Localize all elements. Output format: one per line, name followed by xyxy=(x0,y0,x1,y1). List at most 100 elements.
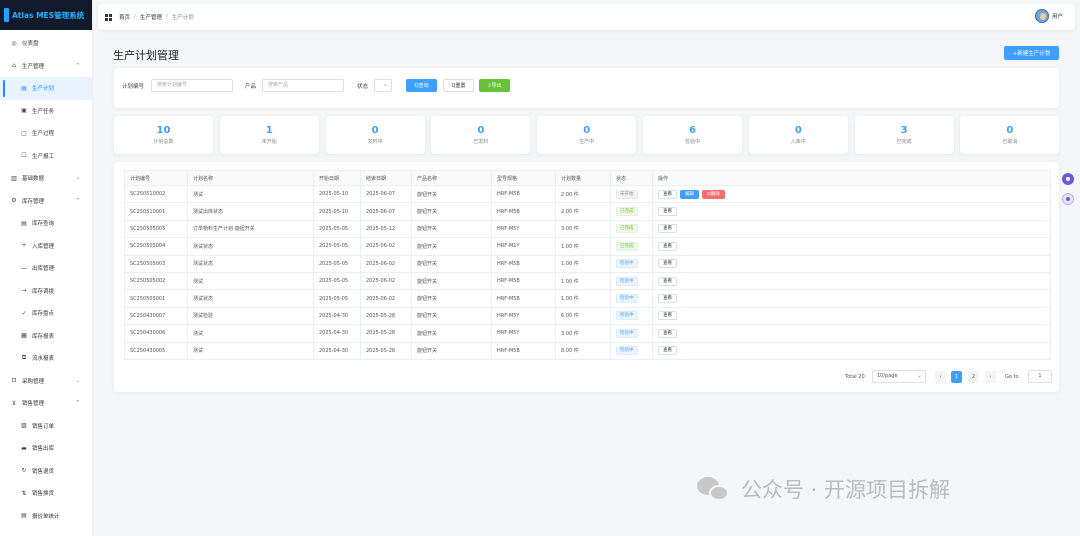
view-button[interactable]: 查看 xyxy=(658,346,677,356)
stat-card: 3 已完成 xyxy=(854,116,954,154)
view-button[interactable]: 查看 xyxy=(658,328,677,338)
sidebar-item-3[interactable]: ▣ 生产任务 xyxy=(0,100,92,123)
logo[interactable]: Atlas MES管理系统 xyxy=(0,0,92,30)
sidebar-item-label: 销售出库 xyxy=(32,446,55,453)
cell-end: 2025-06-02 xyxy=(360,237,412,256)
stat-label: 已发料 xyxy=(473,139,489,145)
sidebar-item-7[interactable]: ⚙ 库存管理 ^ xyxy=(0,190,92,213)
inventory-icon: ⚙ xyxy=(11,197,17,205)
stat-card: 10 计划总数 xyxy=(114,116,213,154)
sidebar-item-1[interactable]: ⌂ 生产管理 ^ xyxy=(0,55,92,78)
order-icon: ▧ xyxy=(21,422,27,430)
table-row[interactable]: SC250510001 测试出库状态 2025-05-10 2025-06-07 旋钮开… xyxy=(124,202,1051,221)
cell-product: 旋钮开关 xyxy=(411,237,492,256)
cell-status: 检验中 xyxy=(610,289,653,308)
table-row[interactable]: SC250430007 测试检验 2025-04-30 2025-05-28 旋钮开关 H… xyxy=(124,306,1051,326)
cell-qty: 2.00 件 xyxy=(555,202,611,221)
view-button[interactable]: 查看 xyxy=(658,276,677,286)
sidebar-item-21[interactable]: ▤ 报价单统计 xyxy=(0,505,92,528)
cell-actions: 查看 xyxy=(652,324,1051,343)
sidebar-item-12[interactable]: ✓ 库存盘点 xyxy=(0,302,92,325)
reset-button[interactable]: Q重置 xyxy=(443,79,474,92)
sidebar-item-5[interactable]: ☐ 生产报工 xyxy=(0,145,92,168)
cell-no: SC250430005 xyxy=(124,341,188,360)
sidebar-item-11[interactable]: → 库存调拨 xyxy=(0,280,92,303)
plus-icon: + xyxy=(21,242,27,250)
sidebar-item-label: 库存报表 xyxy=(32,333,55,340)
user-name[interactable]: 用户 xyxy=(1052,12,1063,20)
watermark: 公众号 · 开源项目拆解 xyxy=(697,474,950,504)
sidebar-item-0[interactable]: ◎ 仪表盘 xyxy=(0,32,92,55)
view-button[interactable]: 查看 xyxy=(658,207,677,217)
sidebar-item-label: 库存盘点 xyxy=(32,311,55,318)
view-button[interactable]: 查看 xyxy=(658,294,677,304)
sidebar-item-label: 生产报工 xyxy=(32,153,55,160)
sidebar-item-14[interactable]: ⧉ 流水报表 xyxy=(0,347,92,370)
page-2-button[interactable]: 2 xyxy=(968,371,979,383)
sidebar-item-18[interactable]: ▬ 销售出库 xyxy=(0,437,92,460)
sidebar-item-10[interactable]: — 出库管理 xyxy=(0,257,92,280)
cell-start: 2025-05-10 xyxy=(313,184,361,204)
table-row[interactable]: SC250430005 测试 2025-04-30 2025-05-28 旋钮开关 HRF… xyxy=(124,341,1051,360)
sidebar-item-4[interactable]: ▢ 生产过程 xyxy=(0,122,92,145)
table-row[interactable]: SC250505004 测试状态 2025-05-05 2025-06-02 旋钮开关 H… xyxy=(124,237,1051,256)
cart-icon: ⊡ xyxy=(11,377,17,385)
cell-product: 旋钮开关 xyxy=(411,271,492,291)
view-button[interactable]: 查看 xyxy=(658,241,677,251)
plan-no-input[interactable]: 搜索计划编号 xyxy=(151,79,233,92)
sidebar-item-19[interactable]: ↻ 销售退货 xyxy=(0,460,92,483)
status-select[interactable] xyxy=(374,79,392,92)
menu-grid-icon[interactable] xyxy=(105,13,112,21)
sidebar-item-20[interactable]: ⇅ 销售换货 xyxy=(0,482,92,505)
page-1-button[interactable]: 1 xyxy=(951,371,962,383)
table-row[interactable]: SC250510002 测试 2025-05-10 2025-06-07 旋钮开关 HRF… xyxy=(124,184,1051,204)
view-button[interactable]: 查看 xyxy=(658,311,677,321)
avatar[interactable] xyxy=(1034,9,1049,23)
floating-helper-icon[interactable] xyxy=(1062,193,1074,205)
view-button[interactable]: 查看 xyxy=(658,259,677,269)
stat-label: 生产中 xyxy=(579,139,595,145)
table-row[interactable]: SC250505001 测试状态 2025-05-05 2025-06-02 旋钮开关 H… xyxy=(124,289,1051,308)
status-badge: 已完成 xyxy=(616,241,638,251)
sidebar-item-16[interactable]: ⊻ 销售管理 ^ xyxy=(0,392,92,415)
table-row[interactable]: SC250505002 测试 2025-05-05 2025-06-02 旋钮开关 HRF… xyxy=(124,271,1051,291)
view-button[interactable]: 查看 xyxy=(658,224,677,234)
chevron-icon: ^ xyxy=(75,62,80,69)
view-button[interactable]: 查看 xyxy=(658,189,677,199)
breadcrumb-home[interactable]: 首页 xyxy=(119,13,130,21)
sidebar-item-6[interactable]: ▥ 基础数据 ⌄ xyxy=(0,167,92,190)
sidebar-item-13[interactable]: ▦ 库存报表 xyxy=(0,325,92,348)
floating-assistant-icon[interactable] xyxy=(1062,173,1074,185)
cell-model: HRF-M1Y xyxy=(491,237,556,256)
next-page-button[interactable]: › xyxy=(985,371,996,383)
page-size-select[interactable]: 10/page xyxy=(872,370,926,383)
new-plan-button[interactable]: +新建生产计划 xyxy=(1004,46,1059,60)
cell-product: 旋钮开关 xyxy=(411,254,492,273)
breadcrumb-production[interactable]: 生产管理 xyxy=(140,13,162,21)
cell-model: HRF-M5B xyxy=(491,341,556,360)
sidebar-item-8[interactable]: ▤ 库存查询 xyxy=(0,212,92,235)
table-row[interactable]: SC250505003 测试状态 2025-05-05 2025-06-02 旋钮开关 H… xyxy=(124,254,1051,273)
prev-page-button[interactable]: ‹ xyxy=(935,371,946,383)
product-input[interactable]: 搜索产品 xyxy=(262,79,344,92)
sidebar-item-2[interactable]: ▤ 生产计划 xyxy=(0,77,92,100)
table-row[interactable]: SC250505005 订单物料生产计划-旋钮开关 2025-05-05 2025-0… xyxy=(124,219,1051,239)
delete-button[interactable]: ⊡删除 xyxy=(702,189,725,199)
cell-model: HRF-M5B xyxy=(491,184,556,204)
breadcrumb-separator: / xyxy=(134,14,136,20)
sidebar-item-label: 出库管理 xyxy=(32,266,55,273)
search-button[interactable]: Q查询 xyxy=(406,79,437,92)
watermark-text: 公众号 · 开源项目拆解 xyxy=(741,478,951,502)
goto-input[interactable]: 1 xyxy=(1028,370,1052,383)
report-icon: ☐ xyxy=(21,152,27,160)
sidebar-item-17[interactable]: ▧ 销售订单 xyxy=(0,415,92,438)
user-menu[interactable]: 用户 xyxy=(1034,9,1063,23)
cell-no: SC250430006 xyxy=(124,324,188,343)
stat-label: 已完成 xyxy=(896,139,912,145)
table-row[interactable]: SC250430006 测试 2025-04-30 2025-05-28 旋钮开关 HRF… xyxy=(124,324,1051,343)
sidebar-item-9[interactable]: + 入库管理 xyxy=(0,235,92,258)
edit-button[interactable]: 编辑 xyxy=(680,189,699,199)
sidebar-item-label: 采购管理 xyxy=(22,378,45,385)
export-button[interactable]: ⇩导出 xyxy=(479,79,510,92)
sidebar-item-15[interactable]: ⊡ 采购管理 ⌄ xyxy=(0,370,92,393)
